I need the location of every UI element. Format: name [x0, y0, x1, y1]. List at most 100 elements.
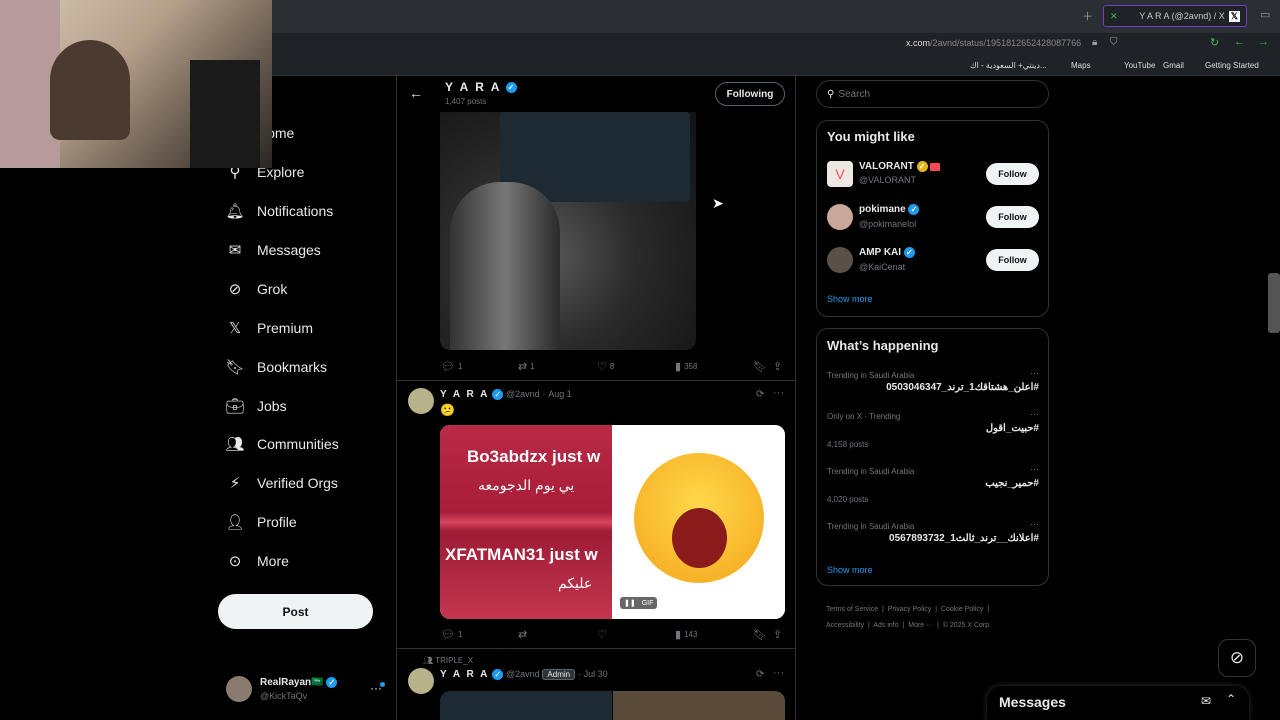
post-date[interactable]: Jul 30: [584, 669, 608, 679]
post-date[interactable]: Aug 1: [548, 389, 572, 399]
more-dots-icon[interactable]: ···: [1030, 409, 1039, 419]
avatar[interactable]: [408, 668, 434, 694]
footer-cookie[interactable]: Cookie Policy: [941, 606, 983, 613]
bookmark-gmail[interactable]: Gmail: [1163, 61, 1184, 70]
trend-category: Trending in Saudi Arabia: [827, 522, 915, 531]
pause-icon[interactable]: ❚❚: [624, 599, 636, 607]
shield-icon[interactable]: ⛉: [1110, 37, 1118, 48]
gif-badge[interactable]: ❚❚ GIF: [620, 597, 658, 609]
bookmark-icon: 🔖︎: [753, 629, 767, 641]
active-tab[interactable]: ✕ Y A R A (@2avnd) / X 𝕏: [1103, 5, 1247, 27]
show-more-link[interactable]: Show more: [827, 565, 873, 575]
close-tab-icon[interactable]: ✕: [1110, 11, 1118, 22]
nav-more[interactable]: ⊙ More: [226, 548, 289, 574]
follow-button[interactable]: Follow: [986, 249, 1039, 271]
bookmark-getting-started[interactable]: Getting Started: [1205, 61, 1259, 70]
post-gif[interactable]: Bo3abdzx just w يي يوم الدجومعه XFATMAN3…: [440, 425, 785, 619]
back-arrow-icon[interactable]: ←: [1234, 36, 1245, 48]
nav-messages[interactable]: ✉ Messages: [226, 237, 321, 263]
grok-icon[interactable]: ⟳: [756, 669, 764, 680]
nav-grok[interactable]: ⊘ Grok: [226, 276, 288, 302]
nav-communities[interactable]: 👥︎ Communities: [225, 431, 339, 457]
trend-count: 4,158 posts: [827, 440, 869, 449]
nav-jobs[interactable]: 💼︎ Jobs: [225, 393, 286, 419]
author-name[interactable]: Y A R A: [440, 669, 489, 680]
avatar[interactable]: [408, 388, 434, 414]
trend-item[interactable]: Trending in Saudi Arabia ··· #حمير_نجيب …: [827, 464, 1039, 507]
views-action[interactable]: ▮ 358: [675, 360, 697, 373]
more-dots-icon[interactable]: ···: [1030, 519, 1039, 529]
more-dots-icon[interactable]: ···: [1030, 368, 1039, 378]
author-handle[interactable]: @2avnd: [506, 389, 540, 399]
nav-notifications[interactable]: 🔔︎ Notifications: [225, 198, 333, 224]
nav-verified-orgs[interactable]: ⚡︎ Verified Orgs: [226, 470, 338, 496]
community-context[interactable]: 👥︎ TRIPLE_X: [423, 656, 473, 665]
share-action[interactable]: ⇪: [773, 360, 782, 373]
avatar[interactable]: [827, 204, 853, 230]
bookmark-youtube[interactable]: YouTube: [1124, 61, 1155, 70]
nav-bookmarks[interactable]: 🔖︎ Bookmarks: [225, 354, 327, 380]
nav-premium[interactable]: 𝕏 Premium: [226, 315, 313, 341]
chevron-up-icon[interactable]: ⌃: [1226, 692, 1236, 706]
nav-premium-label: Premium: [257, 320, 314, 336]
footer-privacy[interactable]: Privacy Policy: [888, 606, 932, 613]
valorant-logo-icon[interactable]: V: [827, 161, 853, 187]
verified-badge-icon: ✓: [492, 389, 504, 400]
tab-list-icon[interactable]: ▭: [1260, 8, 1270, 21]
repost-action[interactable]: ⇄ 1: [518, 360, 535, 373]
footer-accessibility[interactable]: Accessibility: [826, 622, 864, 629]
show-more-link[interactable]: Show more: [827, 294, 873, 304]
footer-terms[interactable]: Terms of Service: [826, 606, 878, 613]
views-action[interactable]: ▮ 143: [675, 628, 697, 641]
bookmark-arabic[interactable]: دينتي+ السعودية - اك...: [970, 61, 1065, 70]
new-tab-icon[interactable]: ＋: [1082, 8, 1093, 24]
forward-arrow-icon[interactable]: →: [1258, 36, 1269, 48]
account-switcher[interactable]: RealRayan🇸🇦 ✓ @KickTaQv ···: [226, 676, 386, 706]
back-arrow-icon[interactable]: ←: [409, 85, 423, 101]
search-input[interactable]: [838, 88, 1019, 100]
post-image[interactable]: [440, 112, 696, 350]
search-box[interactable]: ⚲: [816, 80, 1049, 108]
share-action[interactable]: ⇪: [773, 628, 782, 641]
post-image[interactable]: [440, 691, 612, 720]
more-dots-icon[interactable]: ···: [773, 667, 784, 679]
bookmark-action[interactable]: 🔖︎: [753, 360, 767, 373]
nav-profile[interactable]: 👤︎ Profile: [225, 509, 296, 535]
reload-icon[interactable]: ↻: [1210, 36, 1219, 49]
people-icon: 👥︎: [225, 436, 245, 453]
trend-item[interactable]: Trending in Saudi Arabia ··· #اعلانك__تر…: [827, 519, 1039, 550]
follow-button[interactable]: Follow: [986, 163, 1039, 185]
lock-icon[interactable]: 🔒︎: [1092, 37, 1097, 48]
like-action[interactable]: ♡ 8: [597, 360, 614, 373]
follow-button[interactable]: Follow: [986, 206, 1039, 228]
suggestion-name[interactable]: VALORANT ✓: [859, 161, 941, 172]
like-action[interactable]: ♡: [597, 628, 607, 641]
emoji-mouth: [672, 508, 727, 568]
suggestion-name[interactable]: pokimane ✓: [859, 204, 920, 215]
trend-item[interactable]: Only on X · Trending ··· #حبيت_اقول 4,15…: [827, 409, 1039, 452]
page-scrollbar[interactable]: [1268, 273, 1280, 333]
more-dots-icon[interactable]: ···: [1030, 464, 1039, 474]
trend-item[interactable]: Trending in Saudi Arabia ··· #اعلن_هشتاق…: [827, 368, 1039, 399]
avatar[interactable]: [827, 247, 853, 273]
author-handle[interactable]: @2avnd: [506, 669, 540, 679]
repost-action[interactable]: ⇄: [518, 628, 527, 641]
more-dots-icon[interactable]: ···: [773, 387, 784, 399]
bookmark-maps[interactable]: Maps: [1071, 61, 1091, 70]
footer-more[interactable]: More ···: [908, 622, 933, 629]
following-button[interactable]: Following: [715, 82, 785, 106]
post-button[interactable]: Post: [218, 594, 373, 629]
url-text[interactable]: x.com/2avnd/status/1951812652428087766: [906, 38, 1081, 48]
bookmark-action[interactable]: 🔖︎: [753, 628, 767, 641]
grok-icon[interactable]: ⟳: [756, 389, 764, 400]
suggestion-name[interactable]: AMP KAI ✓: [859, 247, 915, 258]
reply-action[interactable]: 💬︎ 1: [441, 360, 462, 373]
compose-message-icon[interactable]: ✉: [1201, 694, 1211, 708]
reply-action[interactable]: 💬︎ 1: [441, 628, 462, 641]
post-image[interactable]: [613, 691, 785, 720]
author-name[interactable]: Y A R A: [440, 389, 489, 400]
messages-drawer[interactable]: Messages ✉ ⌃: [987, 686, 1249, 720]
footer-ads-info[interactable]: Ads info: [873, 622, 898, 629]
grok-fab-button[interactable]: ⊘: [1218, 639, 1256, 677]
nav-communities-label: Communities: [257, 436, 339, 452]
